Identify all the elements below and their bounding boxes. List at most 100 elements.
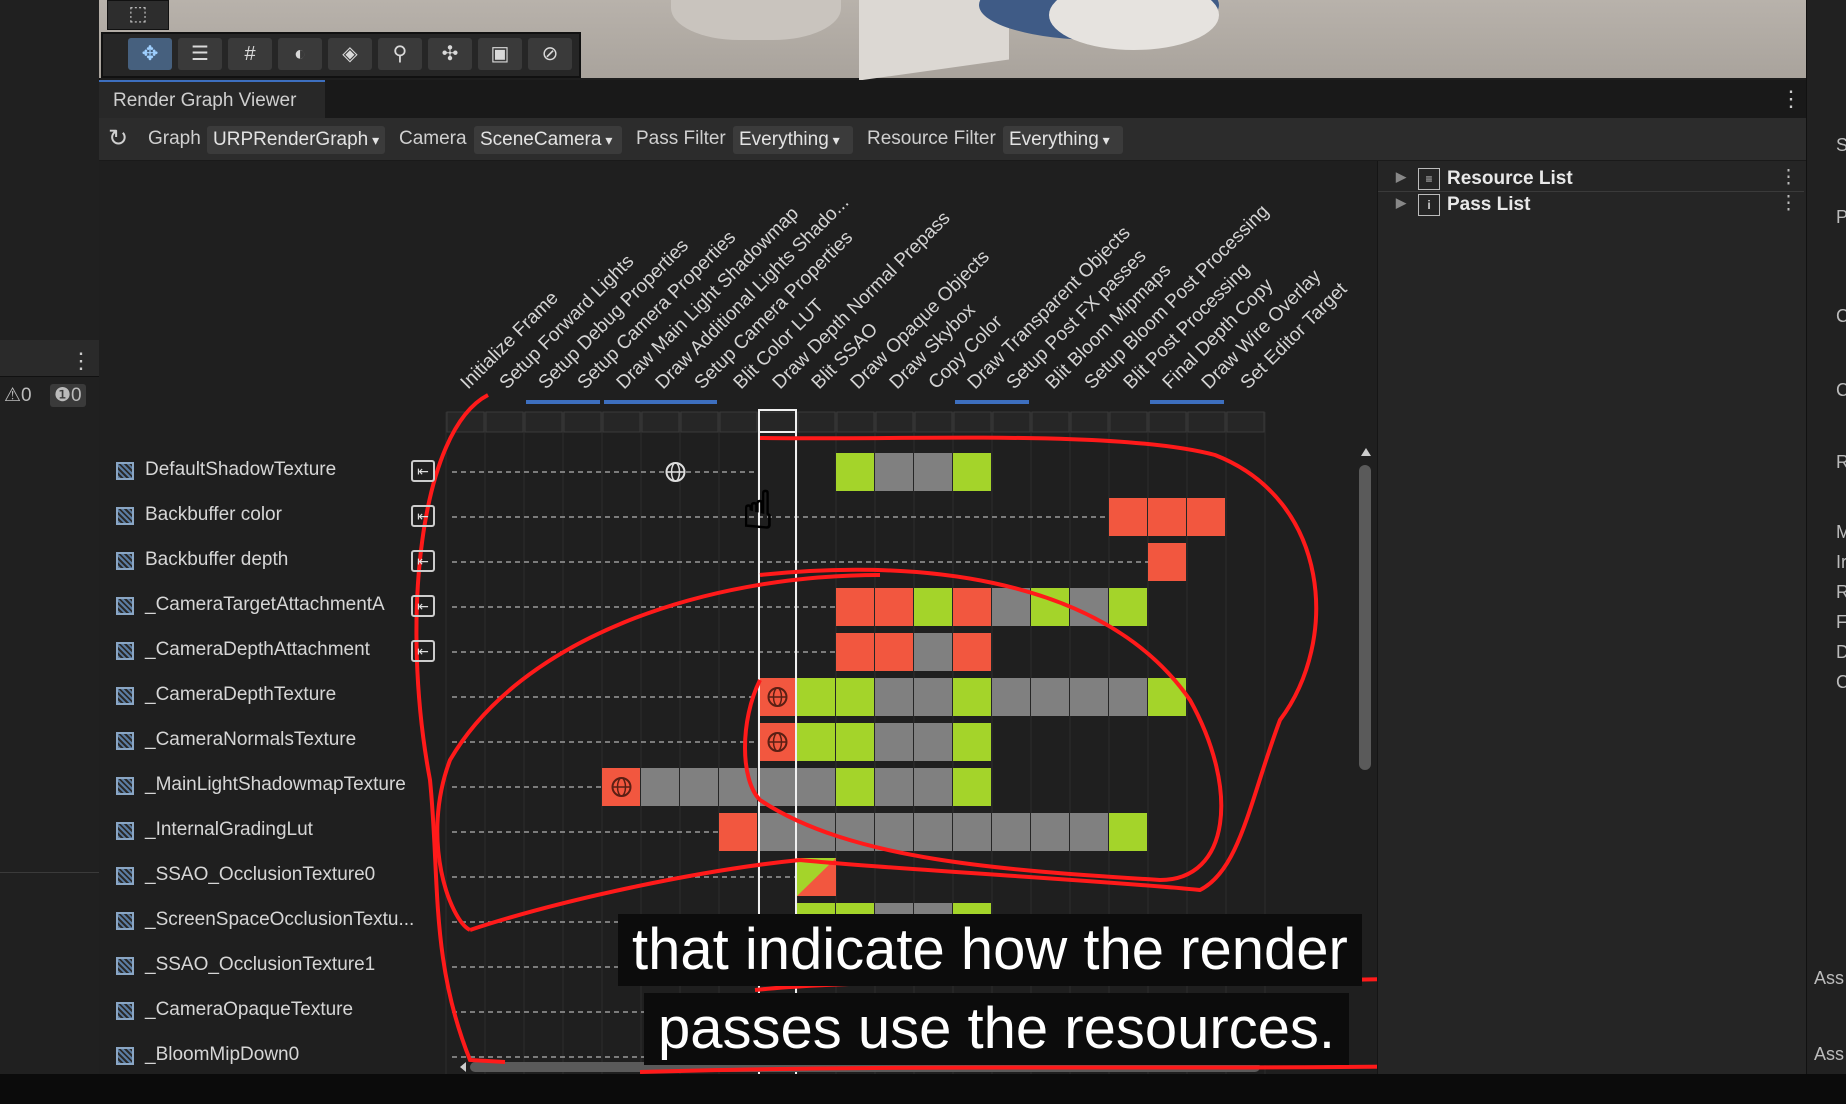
resource-alive-cell[interactable] xyxy=(914,813,952,851)
subtitle-line-1: that indicate how the render xyxy=(618,914,1362,986)
texture-icon xyxy=(116,462,134,480)
kebab-menu-icon[interactable]: ⋮ xyxy=(1779,166,1798,189)
resource-alive-cell[interactable] xyxy=(875,813,913,851)
pass-header-cell[interactable] xyxy=(719,411,758,433)
resource-alive-cell[interactable] xyxy=(953,813,991,851)
write-access-cell[interactable] xyxy=(836,588,874,626)
resource-alive-cell[interactable] xyxy=(875,678,913,716)
read-access-cell[interactable] xyxy=(797,723,835,761)
resource-alive-cell[interactable] xyxy=(797,768,835,806)
read-access-cell[interactable] xyxy=(953,453,991,491)
resource-alive-cell[interactable] xyxy=(992,813,1030,851)
read-access-cell[interactable] xyxy=(797,678,835,716)
resource-row[interactable]: _CameraDepthAttachment xyxy=(116,637,446,667)
pass-header-cell[interactable] xyxy=(680,411,719,433)
resource-row[interactable]: _CameraTargetAttachmentA xyxy=(116,592,446,622)
read-access-cell[interactable] xyxy=(953,723,991,761)
write-access-cell[interactable] xyxy=(953,633,991,671)
pass-header-cell[interactable] xyxy=(1148,411,1187,433)
pass-header-cell[interactable] xyxy=(953,411,992,433)
pass-header-cell[interactable] xyxy=(1226,411,1265,433)
write-access-cell[interactable] xyxy=(875,633,913,671)
pass-header-cell[interactable] xyxy=(1187,411,1226,433)
resource-list-foldout[interactable]: ▶ ≡ Resource List ⋮ xyxy=(1378,166,1804,192)
texture-icon xyxy=(116,867,134,885)
resource-alive-cell[interactable] xyxy=(914,453,952,491)
pass-header-cell[interactable] xyxy=(875,411,914,433)
inspector-label: R xyxy=(1836,452,1846,472)
write-access-cell[interactable] xyxy=(1148,543,1186,581)
resource-row[interactable]: _InternalGradingLut xyxy=(116,817,446,847)
resource-alive-cell[interactable] xyxy=(875,453,913,491)
resource-name: _MainLightShadowmapTexture xyxy=(145,774,406,795)
resource-row[interactable]: _CameraNormalsTexture xyxy=(116,727,446,757)
pass-header-cell[interactable] xyxy=(836,411,875,433)
resource-row[interactable]: Backbuffer color xyxy=(116,502,446,532)
pass-header-cell[interactable] xyxy=(914,411,953,433)
write-access-cell[interactable] xyxy=(836,633,874,671)
pass-header-cell[interactable] xyxy=(758,411,797,433)
read-access-cell[interactable] xyxy=(1109,588,1147,626)
write-access-cell[interactable] xyxy=(953,588,991,626)
read-access-cell[interactable] xyxy=(836,678,874,716)
resource-row[interactable]: DefaultShadowTexture xyxy=(116,457,446,487)
pass-header-cell[interactable] xyxy=(1031,411,1070,433)
resource-alive-cell[interactable] xyxy=(914,768,952,806)
resource-alive-cell[interactable] xyxy=(1070,678,1108,716)
expand-arrow-icon[interactable]: ▶ xyxy=(1396,169,1406,185)
read-access-cell[interactable] xyxy=(914,588,952,626)
resource-row[interactable]: _SSAO_OcclusionTexture1 xyxy=(116,952,446,982)
vertical-scrollbar-thumb[interactable] xyxy=(1359,465,1371,770)
scroll-left-arrow-icon[interactable] xyxy=(460,1062,466,1072)
scroll-up-arrow-icon[interactable] xyxy=(1361,448,1371,456)
pass-header-cell[interactable] xyxy=(602,411,641,433)
resource-alive-cell[interactable] xyxy=(1070,813,1108,851)
write-access-cell[interactable] xyxy=(1109,498,1147,536)
pass-list-foldout[interactable]: ▶ i Pass List ⋮ xyxy=(1378,192,1804,218)
resource-name: _CameraDepthTexture xyxy=(145,684,337,705)
expand-arrow-icon[interactable]: ▶ xyxy=(1396,195,1406,211)
write-access-cell[interactable] xyxy=(875,588,913,626)
read-access-cell[interactable] xyxy=(1148,678,1186,716)
write-access-cell[interactable] xyxy=(1148,498,1186,536)
pass-header-cell[interactable] xyxy=(1070,411,1109,433)
resource-alive-cell[interactable] xyxy=(914,633,952,671)
read-access-cell[interactable] xyxy=(836,453,874,491)
resource-alive-cell[interactable] xyxy=(914,678,952,716)
resource-alive-cell[interactable] xyxy=(875,723,913,761)
resource-alive-cell[interactable] xyxy=(992,678,1030,716)
resource-alive-cell[interactable] xyxy=(1031,813,1069,851)
resource-row[interactable]: _MainLightShadowmapTexture xyxy=(116,772,446,802)
resource-name: _SSAO_OcclusionTexture0 xyxy=(145,864,376,885)
resource-row[interactable]: _CameraOpaqueTexture xyxy=(116,997,446,1027)
pass-header-cell[interactable] xyxy=(797,411,836,433)
resource-row[interactable]: Backbuffer depth xyxy=(116,547,446,577)
resource-alive-cell[interactable] xyxy=(875,768,913,806)
resource-alive-cell[interactable] xyxy=(992,588,1030,626)
pass-header-cell[interactable] xyxy=(641,411,680,433)
inspector-label: D xyxy=(1836,642,1846,662)
kebab-menu-icon[interactable]: ⋮ xyxy=(1779,192,1798,215)
resource-alive-cell[interactable] xyxy=(914,723,952,761)
resource-alive-cell[interactable] xyxy=(1031,678,1069,716)
resource-row[interactable]: _ScreenSpaceOcclusionTextu... xyxy=(116,907,446,937)
pass-header-cell[interactable] xyxy=(563,411,602,433)
read-access-cell[interactable] xyxy=(1109,813,1147,851)
read-access-cell[interactable] xyxy=(836,768,874,806)
pass-header-cell[interactable] xyxy=(485,411,524,433)
resource-alive-cell[interactable] xyxy=(641,768,679,806)
read-access-cell[interactable] xyxy=(836,723,874,761)
write-access-cell[interactable] xyxy=(1187,498,1225,536)
resource-alive-cell[interactable] xyxy=(680,768,718,806)
imported-resource-icon: ⇤ xyxy=(411,595,435,617)
pass-header-cell[interactable] xyxy=(992,411,1031,433)
resource-alive-cell[interactable] xyxy=(1109,678,1147,716)
read-access-cell[interactable] xyxy=(953,678,991,716)
write-access-cell[interactable] xyxy=(719,813,757,851)
pass-header-cell[interactable] xyxy=(1109,411,1148,433)
resource-row[interactable]: _BloomMipDown0 xyxy=(116,1042,446,1072)
resource-row[interactable]: _CameraDepthTexture xyxy=(116,682,446,712)
resource-row[interactable]: _SSAO_OcclusionTexture0 xyxy=(116,862,446,892)
read-access-cell[interactable] xyxy=(953,768,991,806)
pass-header-cell[interactable] xyxy=(524,411,563,433)
